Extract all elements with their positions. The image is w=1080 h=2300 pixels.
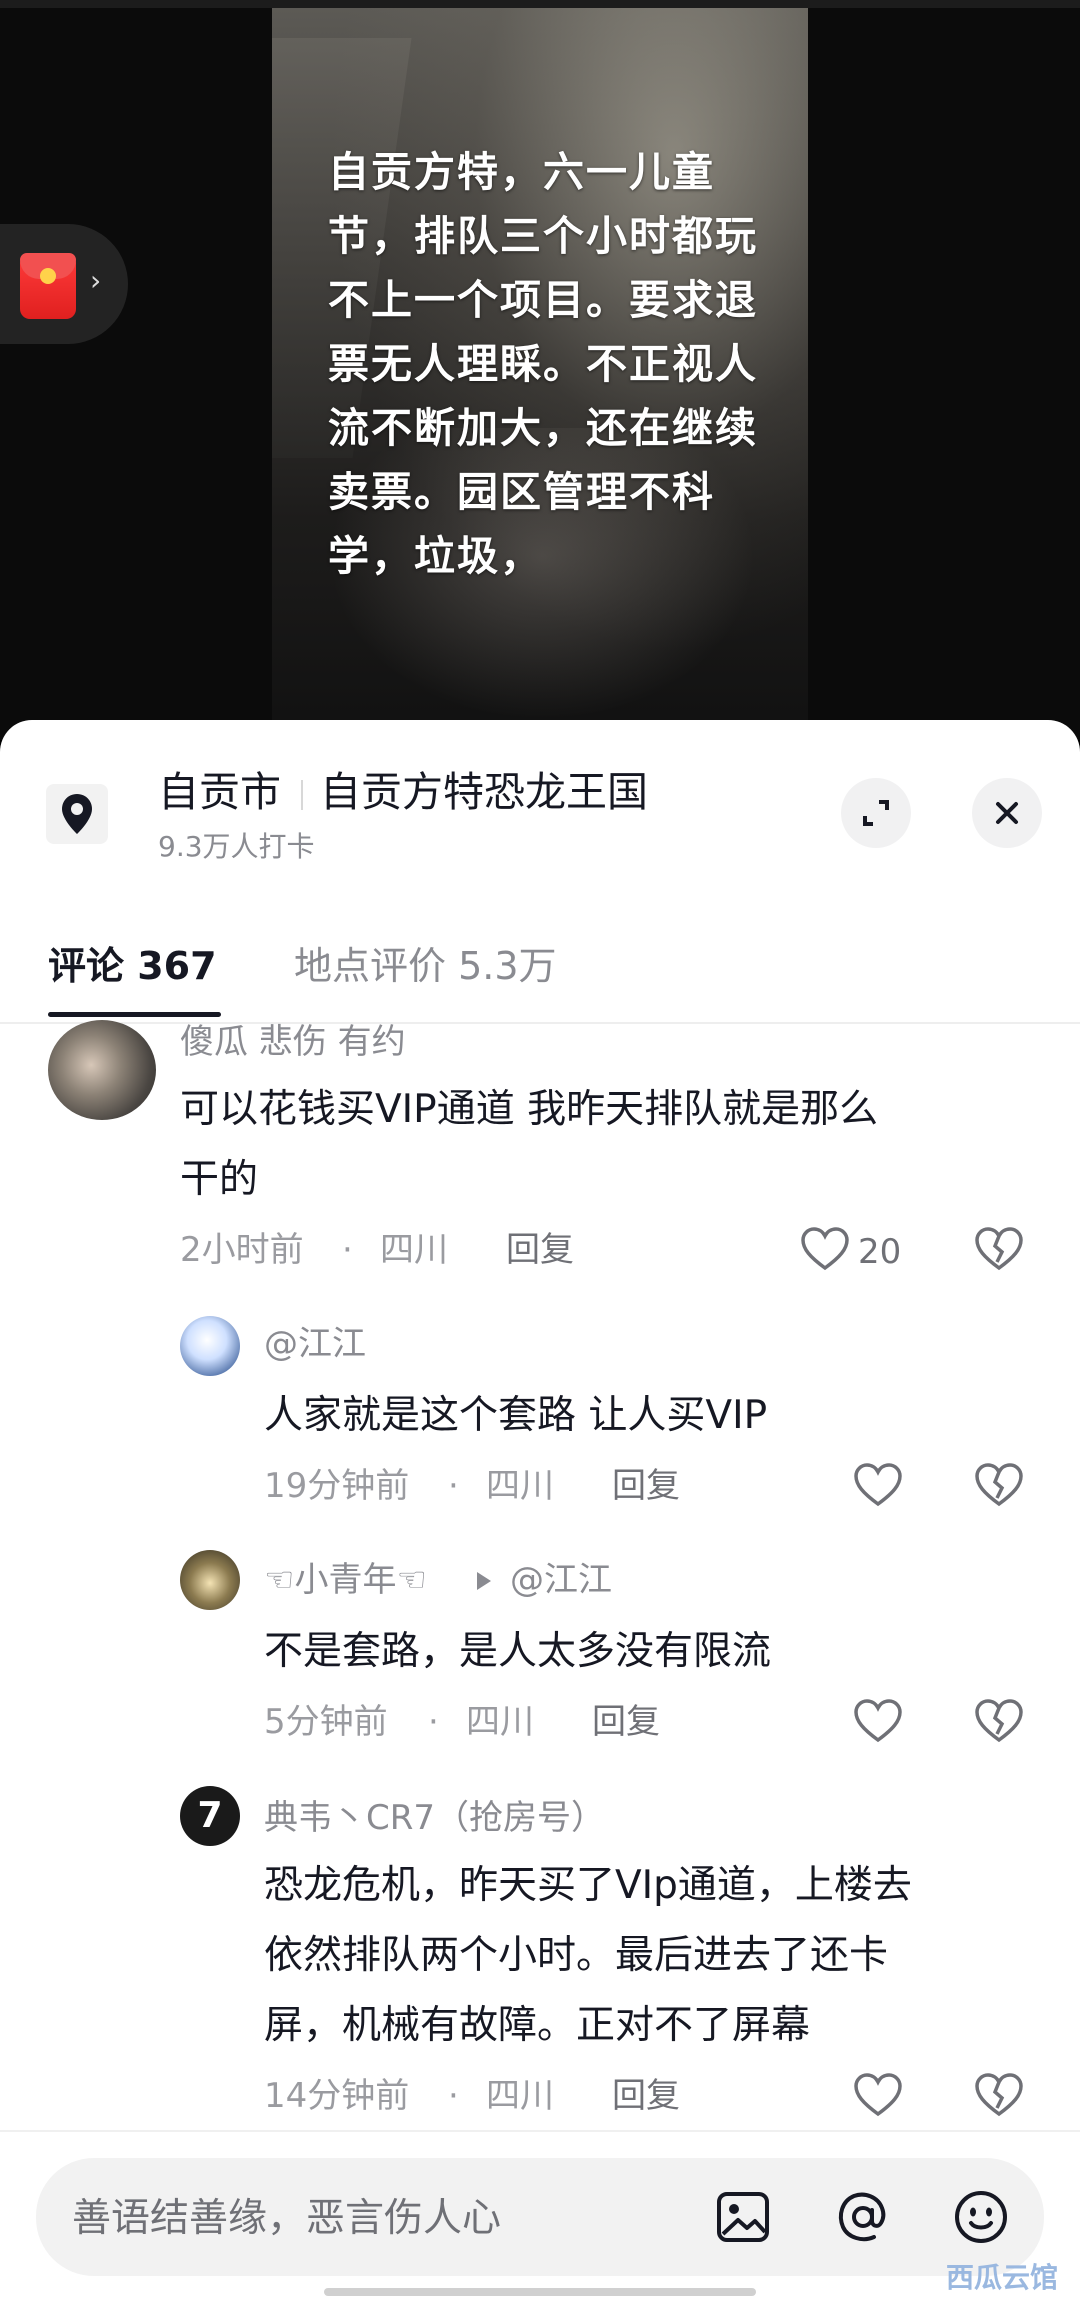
avatar[interactable]: 7 bbox=[180, 1786, 240, 1846]
comment-region: 四川 bbox=[380, 1230, 448, 1270]
reply-button[interactable]: 回复 bbox=[592, 1700, 660, 1744]
at-icon[interactable] bbox=[834, 2188, 892, 2246]
watermark: 西瓜云馆 bbox=[946, 2261, 1059, 2294]
comment-username[interactable]: 傻瓜 悲伤 有约 bbox=[180, 1020, 406, 1064]
comment-text: 人家就是这个套路 让人买VIP bbox=[264, 1393, 768, 1438]
meta-dot: · bbox=[448, 1466, 459, 1506]
location-name[interactable]: 自贡方特恐龙王国 bbox=[320, 764, 648, 820]
comment-input-placeholder[interactable]: 善语结善缘，恶言伤人心 bbox=[72, 2194, 501, 2244]
comment-region: 四川 bbox=[486, 1466, 554, 1506]
tab-comments[interactable]: 评论 367 bbox=[48, 940, 217, 992]
image-icon[interactable] bbox=[714, 2188, 772, 2246]
comment-username[interactable]: 典韦丶CR7（抢房号） bbox=[264, 1796, 605, 1840]
comment-region: 四川 bbox=[466, 1702, 534, 1742]
reply-button[interactable]: 回复 bbox=[612, 2074, 680, 2118]
reply-arrow-icon bbox=[477, 1572, 491, 1590]
comment-time: 14分钟前 bbox=[264, 2076, 410, 2116]
comment-time: 2小时前 bbox=[180, 1230, 304, 1270]
location-city[interactable]: 自贡市 bbox=[158, 764, 281, 820]
like-heart-icon[interactable] bbox=[853, 1462, 903, 1508]
checkin-count: 9.3万人打卡 bbox=[158, 830, 315, 863]
avatar[interactable] bbox=[180, 1550, 240, 1610]
expand-icon bbox=[863, 800, 889, 826]
input-divider bbox=[0, 2130, 1080, 2132]
close-icon bbox=[996, 802, 1018, 824]
like-heart-icon[interactable] bbox=[853, 1698, 903, 1744]
tab-location-reviews[interactable]: 地点评价 5.3万 bbox=[294, 940, 557, 992]
comment-text: 恐龙危机，昨天买了VIp通道，上楼去 bbox=[264, 1863, 912, 1908]
emoji-icon[interactable] bbox=[952, 2188, 1010, 2246]
comment-time: 5分钟前 bbox=[264, 1702, 388, 1742]
dislike-broken-heart-icon[interactable] bbox=[974, 1226, 1024, 1272]
comment-username[interactable]: @江江 bbox=[264, 1322, 366, 1366]
comment-text: 可以花钱买VIP通道 我昨天排队就是那么 bbox=[180, 1087, 879, 1132]
comment-region: 四川 bbox=[486, 2076, 554, 2116]
like-count: 20 bbox=[858, 1232, 902, 1272]
location-separator bbox=[301, 780, 303, 810]
dislike-broken-heart-icon[interactable] bbox=[974, 2072, 1024, 2118]
meta-dot: · bbox=[342, 1230, 353, 1270]
reply-button[interactable]: 回复 bbox=[506, 1228, 574, 1272]
like-heart-icon[interactable] bbox=[853, 2072, 903, 2118]
meta-dot: · bbox=[428, 1702, 439, 1742]
like-heart-icon[interactable] bbox=[800, 1226, 850, 1272]
expand-button[interactable] bbox=[841, 778, 911, 848]
red-packet-coin bbox=[40, 268, 56, 284]
tabs-divider bbox=[0, 1022, 1080, 1024]
meta-dot: · bbox=[448, 2076, 459, 2116]
comment-text-cont: 依然排队两个小时。最后进去了还卡 bbox=[264, 1933, 889, 1978]
avatar[interactable] bbox=[48, 1020, 156, 1120]
status-bar-strip bbox=[0, 0, 1080, 8]
active-tab-indicator bbox=[48, 1012, 221, 1017]
avatar[interactable] bbox=[180, 1316, 240, 1376]
comment-text-cont: 干的 bbox=[180, 1157, 259, 1202]
reply-button[interactable]: 回复 bbox=[612, 1464, 680, 1508]
comment-time: 19分钟前 bbox=[264, 1466, 410, 1506]
comment-text-cont: 屏，机械有故障。正对不了屏幕 bbox=[264, 2003, 811, 2048]
close-button[interactable] bbox=[972, 778, 1042, 848]
reply-target-username[interactable]: @江江 bbox=[510, 1558, 612, 1602]
comment-username[interactable]: ☜小青年☜ bbox=[264, 1558, 427, 1602]
dislike-broken-heart-icon[interactable] bbox=[974, 1462, 1024, 1508]
home-indicator bbox=[324, 2288, 756, 2296]
location-pin-icon bbox=[62, 794, 92, 834]
comment-text: 不是套路，是人太多没有限流 bbox=[264, 1629, 772, 1674]
chevron-right-icon[interactable]: › bbox=[90, 266, 101, 296]
dislike-broken-heart-icon[interactable] bbox=[974, 1698, 1024, 1744]
video-caption: 自贡方特，六一儿童节，排队三个小时都玩不上一个项目。要求退票无人理睬。不正视人流… bbox=[328, 148, 758, 580]
